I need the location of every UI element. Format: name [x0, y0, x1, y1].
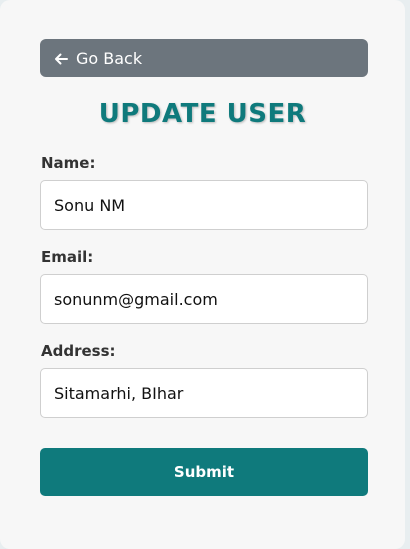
- submit-button[interactable]: Submit: [40, 448, 368, 496]
- go-back-button[interactable]: Go Back: [40, 39, 368, 77]
- name-field[interactable]: [40, 180, 368, 230]
- arrow-left-icon: [54, 51, 68, 65]
- page-title: UPDATE USER: [98, 99, 307, 129]
- update-user-card: Go Back UPDATE USER Name: Email: Address…: [0, 0, 405, 549]
- name-label: Name:: [41, 154, 96, 172]
- email-label: Email:: [41, 248, 94, 266]
- address-field[interactable]: [40, 368, 368, 418]
- address-label: Address:: [41, 342, 116, 360]
- go-back-label: Go Back: [76, 48, 143, 68]
- email-field[interactable]: [40, 274, 368, 324]
